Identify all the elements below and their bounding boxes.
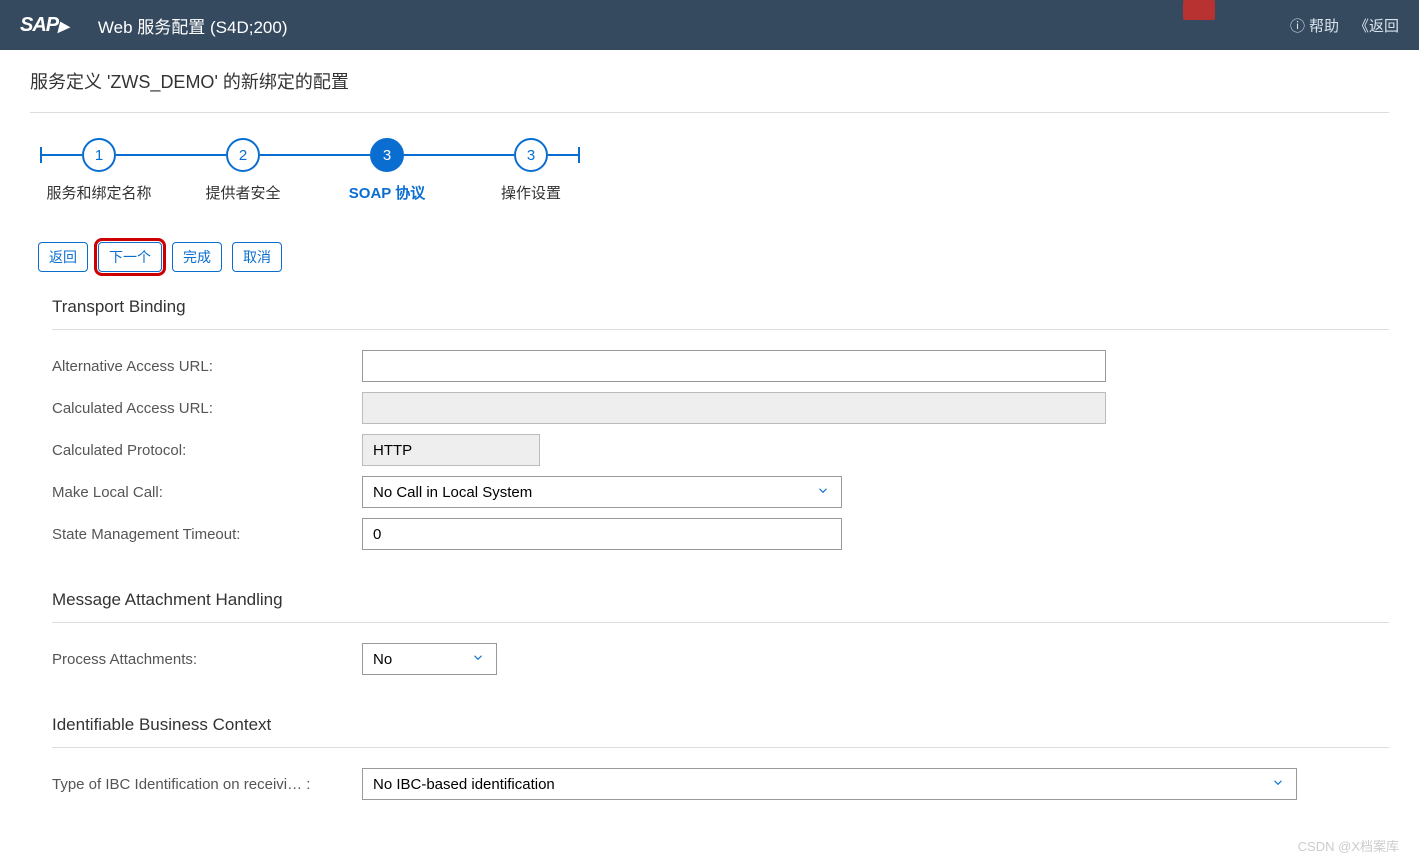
step-number: 2 <box>226 138 260 172</box>
step-number: 1 <box>82 138 116 172</box>
back-label: 返回 <box>1369 15 1399 36</box>
calc-proto-input <box>362 434 540 466</box>
step-label: 操作设置 <box>501 182 561 203</box>
state-timeout-label: State Management Timeout: <box>52 526 362 543</box>
wizard-step-4[interactable]: 3 操作设置 <box>514 138 548 172</box>
help-icon: ⓘ <box>1290 15 1305 36</box>
next-button[interactable]: 下一个 <box>98 242 162 272</box>
calc-proto-label: Calculated Protocol: <box>52 442 362 459</box>
step-label: 服务和绑定名称 <box>47 182 152 203</box>
app-title: Web 服务配置 (S4D;200) <box>98 13 288 38</box>
process-attach-label: Process Attachments: <box>52 651 362 668</box>
notification-badge[interactable] <box>1183 0 1215 20</box>
chevron-left-icon: 《 <box>1354 15 1365 36</box>
help-label: 帮助 <box>1309 15 1339 36</box>
finish-button[interactable]: 完成 <box>172 242 222 272</box>
calc-url-label: Calculated Access URL: <box>52 400 362 417</box>
section-transport-title: Transport Binding <box>52 297 1389 329</box>
wizard-connector <box>404 154 514 156</box>
ibc-type-label: Type of IBC Identification on receivi… : <box>52 776 362 793</box>
section-divider <box>52 622 1389 623</box>
step-label: SOAP 协议 <box>349 182 425 203</box>
wizard-connector <box>42 154 82 156</box>
calc-url-input <box>362 392 1106 424</box>
section-divider <box>52 747 1389 748</box>
process-attach-select[interactable]: No <box>362 643 497 675</box>
wizard-end-cap <box>578 147 580 163</box>
wizard-step-2[interactable]: 2 提供者安全 <box>226 138 260 172</box>
wizard-connector <box>548 154 578 156</box>
wizard-step-1[interactable]: 1 服务和绑定名称 <box>82 138 116 172</box>
state-timeout-input[interactable] <box>362 518 842 550</box>
wizard-connector <box>116 154 226 156</box>
ibc-type-select[interactable]: No IBC-based identification <box>362 768 1297 800</box>
top-header: SAP▶ Web 服务配置 (S4D;200) ⓘ 帮助 《 返回 <box>0 0 1419 50</box>
back-button[interactable]: 返回 <box>38 242 88 272</box>
section-divider <box>52 329 1389 330</box>
wizard-steps: 1 服务和绑定名称 2 提供者安全 3 SOAP 协议 3 操作设置 <box>30 113 1389 197</box>
section-ibc-title: Identifiable Business Context <box>52 715 1389 747</box>
watermark: CSDN @X档案库 <box>1298 836 1399 855</box>
alt-url-input[interactable] <box>362 350 1106 382</box>
step-number: 3 <box>370 138 404 172</box>
wizard-step-3[interactable]: 3 SOAP 协议 <box>370 138 404 172</box>
back-link[interactable]: 《 返回 <box>1354 15 1399 36</box>
alt-url-label: Alternative Access URL: <box>52 358 362 375</box>
help-link[interactable]: ⓘ 帮助 <box>1290 15 1339 36</box>
step-label: 提供者安全 <box>206 182 281 203</box>
cancel-button[interactable]: 取消 <box>232 242 282 272</box>
page-subtitle: 服务定义 'ZWS_DEMO' 的新绑定的配置 <box>30 68 1389 113</box>
local-call-select[interactable]: No Call in Local System <box>362 476 842 508</box>
step-number: 3 <box>514 138 548 172</box>
section-attachment-title: Message Attachment Handling <box>52 590 1389 622</box>
local-call-label: Make Local Call: <box>52 484 362 501</box>
wizard-connector <box>260 154 370 156</box>
sap-logo: SAP▶ <box>20 14 68 37</box>
